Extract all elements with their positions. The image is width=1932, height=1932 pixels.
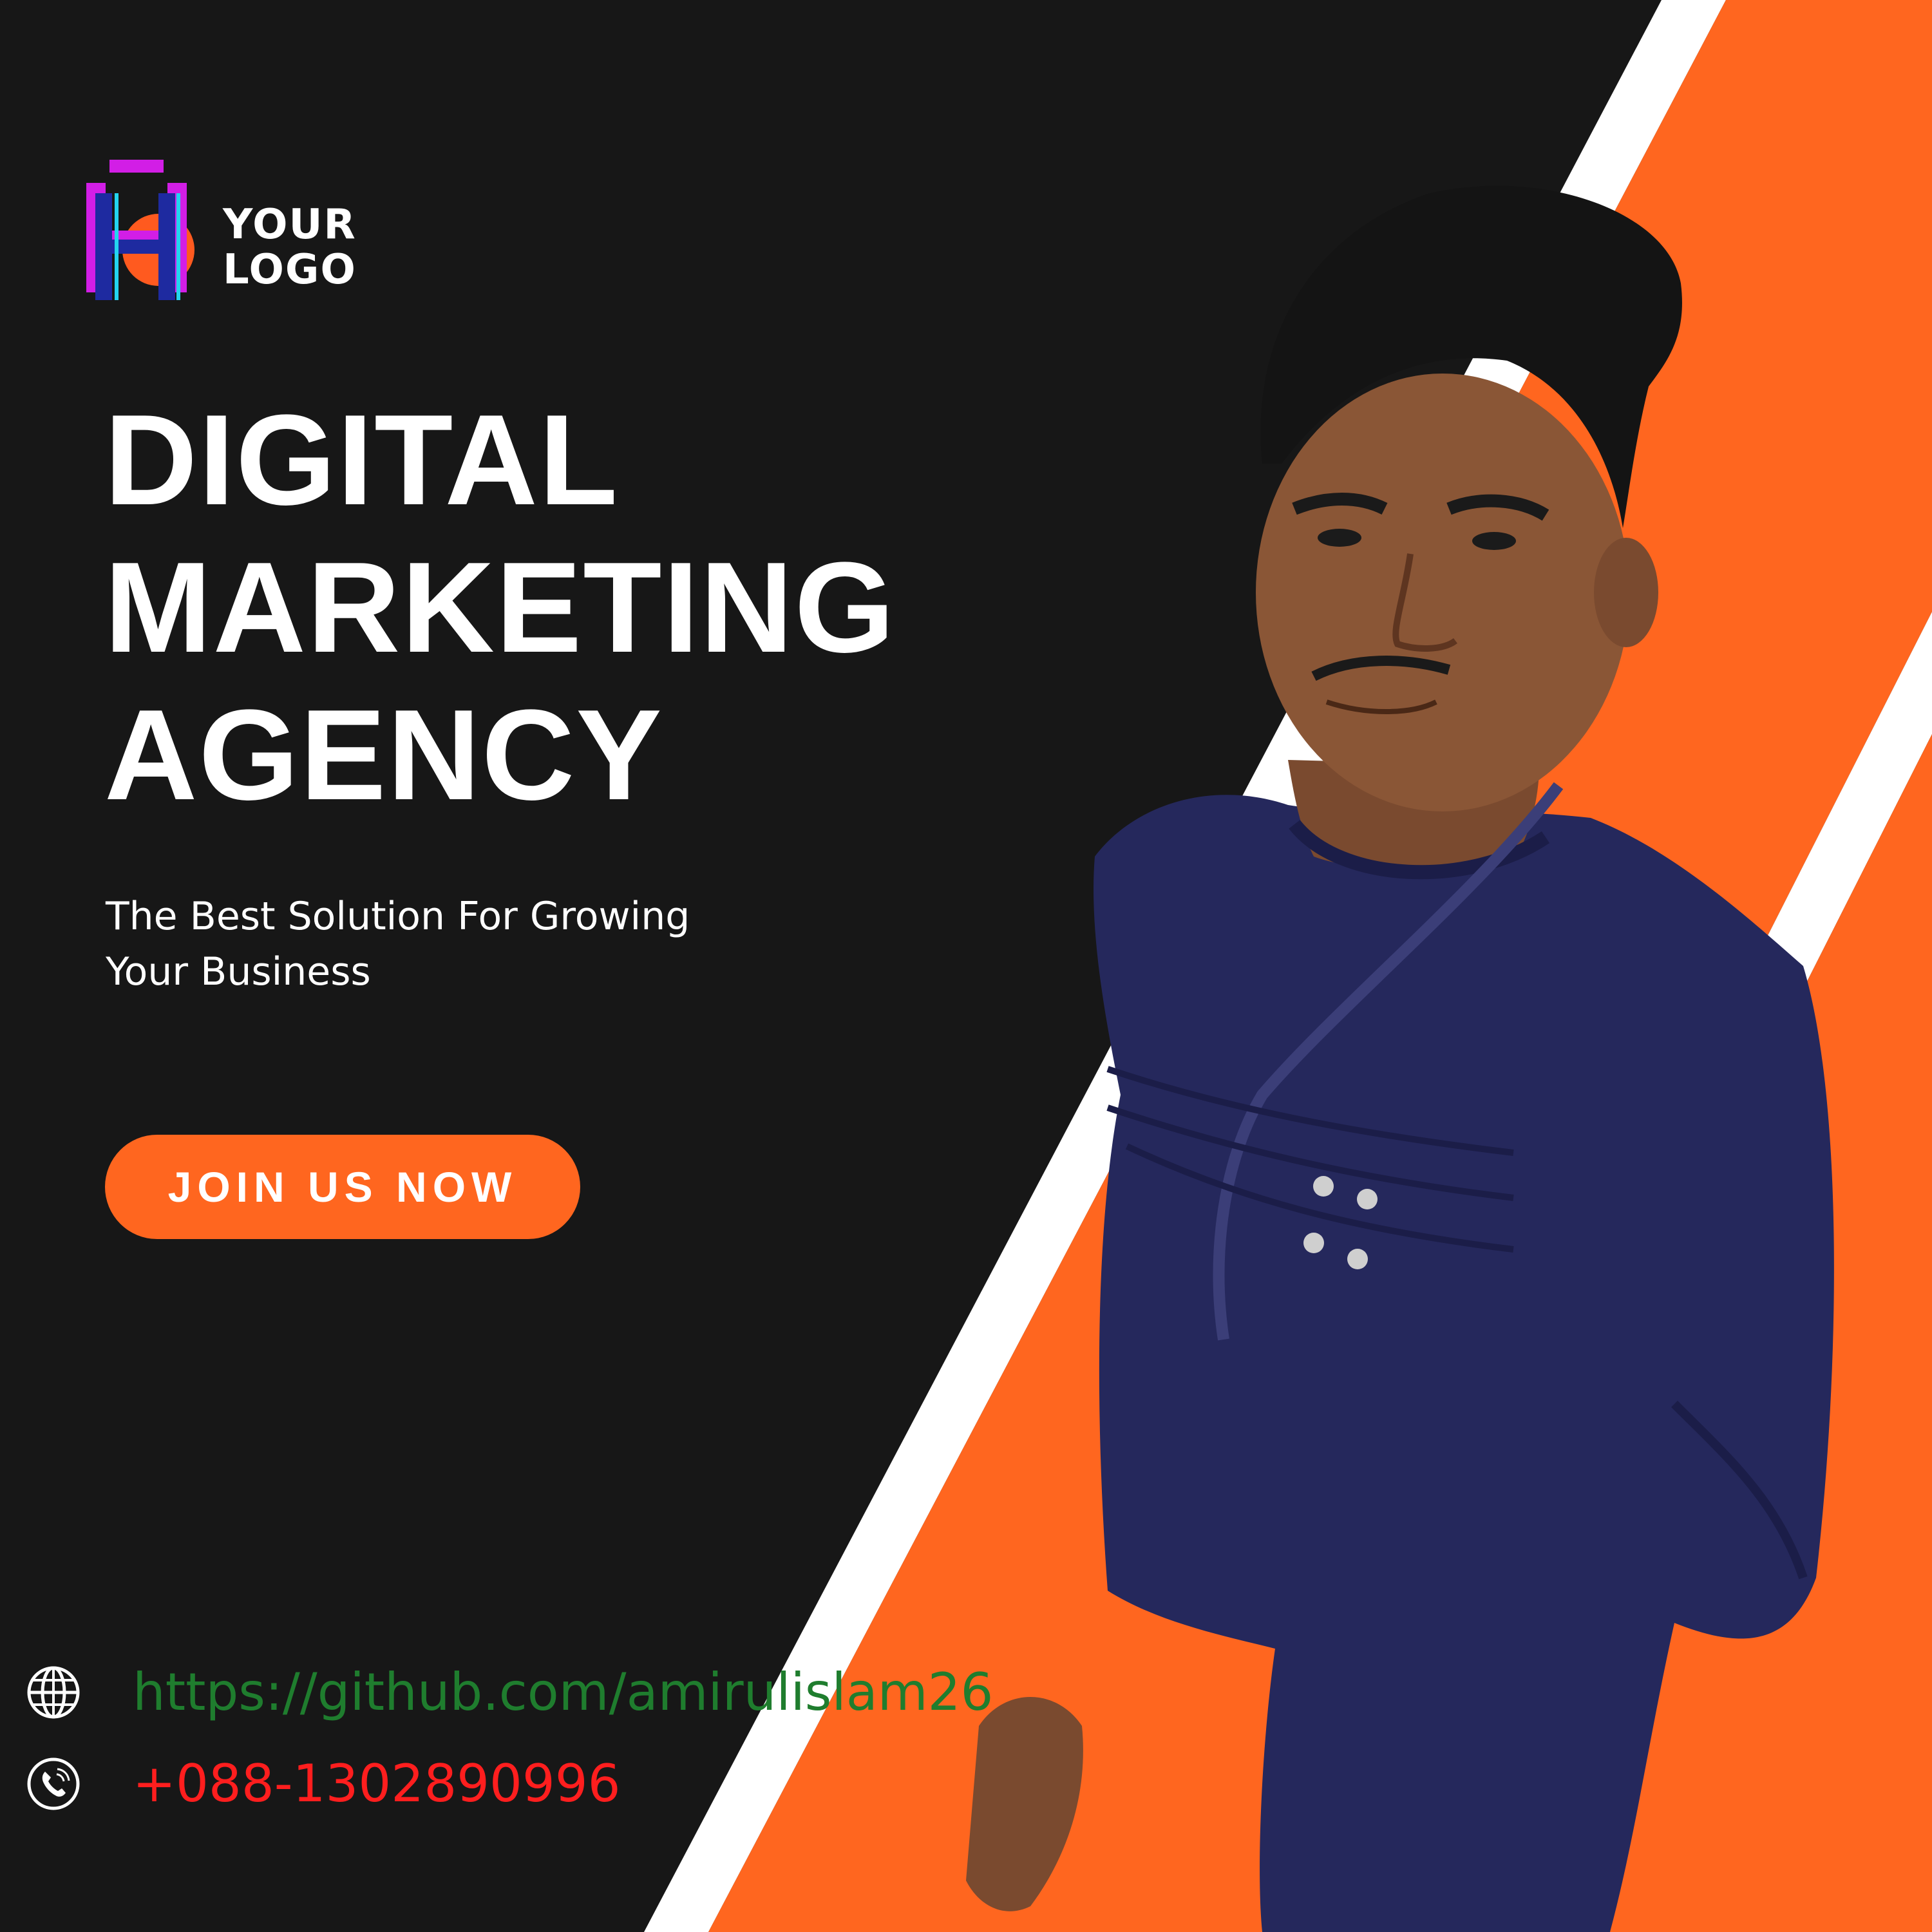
shirt-eyelet-1 [1313, 1176, 1334, 1197]
person-shirt [1094, 795, 1834, 1932]
person-left-eye [1318, 529, 1361, 547]
tagline: The Best Solution For Growing Your Busin… [106, 889, 814, 999]
person-ear [1594, 538, 1658, 647]
person-hand [966, 1697, 1083, 1911]
logo-line-1: YOUR [223, 201, 357, 249]
website-url[interactable]: https://github.com/amirulislam26 [133, 1662, 993, 1723]
join-us-now-button[interactable]: JOIN US NOW [105, 1135, 580, 1239]
shirt-eyelet-3 [1303, 1233, 1324, 1253]
globe-icon [27, 1666, 80, 1719]
tagline-line-2: Your Business [106, 949, 371, 994]
headline: DIGITAL MARKETING AGENCY [104, 386, 896, 829]
shirt-eyelet-4 [1347, 1249, 1368, 1269]
phone-icon [27, 1757, 80, 1810]
contact-phone[interactable]: +088-1302890996 [26, 1753, 621, 1815]
headline-line-2: MARKETING [104, 536, 896, 679]
tagline-line-1: The Best Solution For Growing [106, 894, 690, 939]
person-right-eye [1472, 532, 1516, 550]
letter-h-logo-icon [86, 160, 194, 300]
headline-line-3: AGENCY [104, 683, 663, 827]
contact-website[interactable]: https://github.com/amirulislam26 [26, 1662, 993, 1723]
phone-number[interactable]: +088-1302890996 [133, 1753, 621, 1815]
shirt-eyelet-2 [1357, 1189, 1378, 1209]
logo-line-2: LOGO [223, 246, 357, 294]
poster-canvas: YOUR LOGO DIGITAL MARKETING AGENCY The B… [0, 0, 1932, 1932]
brand-logo[interactable]: YOUR LOGO [86, 160, 363, 301]
headline-line-1: DIGITAL [104, 388, 620, 532]
person-face [1256, 374, 1629, 811]
logo-wordmark: YOUR LOGO [223, 202, 357, 292]
